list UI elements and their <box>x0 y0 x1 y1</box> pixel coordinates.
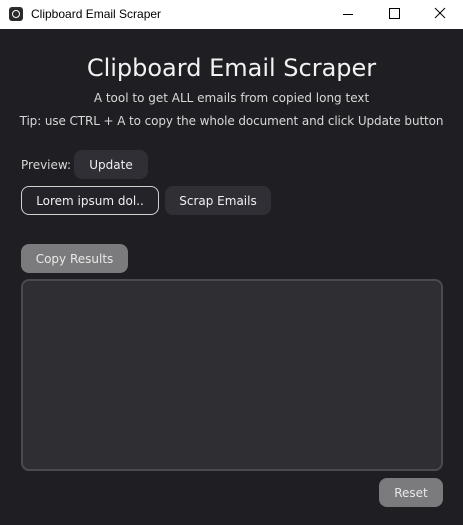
update-button[interactable]: Update <box>74 150 148 179</box>
close-button[interactable] <box>417 0 463 29</box>
window-title: Clipboard Email Scraper <box>31 7 162 21</box>
title-bar: Clipboard Email Scraper <box>0 0 463 29</box>
app-icon <box>9 7 23 21</box>
close-icon <box>434 7 446 19</box>
page-title: Clipboard Email Scraper <box>86 54 377 82</box>
clipboard-preview-button[interactable]: Lorem ipsum dol.. <box>21 186 159 215</box>
page-subtitle: A tool to get ALL emails from copied lon… <box>93 91 370 105</box>
reset-button[interactable]: Reset <box>379 478 443 507</box>
results-textbox[interactable] <box>21 279 443 471</box>
copy-results-button[interactable]: Copy Results <box>21 244 128 273</box>
maximize-button[interactable] <box>371 0 417 29</box>
maximize-icon <box>389 8 400 19</box>
minimize-button[interactable] <box>325 0 371 29</box>
scrap-emails-button[interactable]: Scrap Emails <box>165 186 271 215</box>
preview-label: Preview: <box>21 158 72 172</box>
tip-text: Tip: use CTRL + A to copy the whole docu… <box>19 114 444 128</box>
minimize-icon <box>343 14 353 15</box>
